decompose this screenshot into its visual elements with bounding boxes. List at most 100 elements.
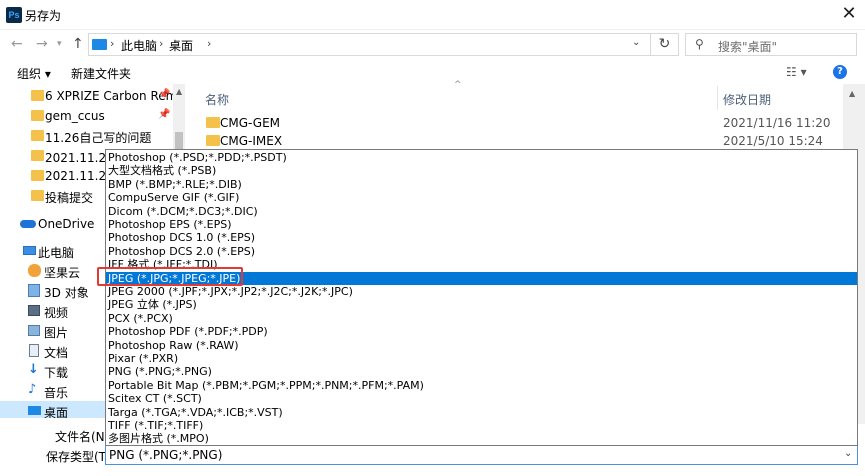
sort-caret-icon: ^ <box>454 80 462 90</box>
file-row[interactable]: CMG-IMEX 2021/5/10 15:24 <box>198 131 838 151</box>
pictures-icon <box>28 325 40 336</box>
music-icon: ♪ <box>28 382 37 397</box>
refresh-icon[interactable]: ↻ <box>651 33 679 56</box>
computer-icon <box>23 246 36 255</box>
sidebar-item-label: 图片 <box>44 326 69 340</box>
sidebar-item-label: 2021.11.27 <box>45 169 114 183</box>
save-type-option[interactable]: CompuServe GIF (*.GIF) <box>106 191 857 205</box>
save-type-option[interactable]: Dicom (*.DCM;*.DC3;*.DIC) <box>106 205 857 219</box>
breadcrumb-chevron-icon[interactable]: › <box>110 37 114 50</box>
jianguoyun-icon <box>28 264 41 277</box>
3d-objects-icon <box>28 284 40 297</box>
command-bar: 组织 ▾ 新建文件夹 ☷ ▾ ? <box>0 60 865 84</box>
address-bar[interactable]: › 此电脑 › 桌面 › ⌄ <box>88 33 651 56</box>
save-type-option[interactable]: Photoshop PDF (*.PDF;*.PDP) <box>106 325 857 339</box>
save-type-option[interactable]: 多图片格式 (*.MPO) <box>106 432 857 445</box>
window-title: 另存为 <box>25 9 62 23</box>
close-icon[interactable]: ✕ <box>838 3 860 25</box>
save-type-dropdown-list: Photoshop (*.PSD;*.PDD;*.PSDT) 大型文档格式 (*.… <box>105 149 858 446</box>
recent-locations-chevron-icon[interactable]: ▾ <box>57 39 62 49</box>
save-type-option[interactable]: Targa (*.TGA;*.VDA;*.ICB;*.VST) <box>106 406 857 420</box>
desktop-folder-icon <box>92 39 107 50</box>
save-type-option[interactable]: JPEG 立体 (*.JPS) <box>106 298 857 312</box>
folder-icon <box>206 135 220 146</box>
save-type-option[interactable]: 大型文档格式 (*.PSB) <box>106 164 857 178</box>
search-placeholder: 搜索"桌面" <box>718 40 778 54</box>
sidebar-item-label: 音乐 <box>44 386 69 400</box>
documents-icon <box>29 344 39 357</box>
save-type-option[interactable]: TIFF (*.TIF;*.TIFF) <box>106 419 857 433</box>
onedrive-icon <box>20 220 36 228</box>
scroll-up-icon[interactable]: ▲ <box>849 89 855 98</box>
file-name: CMG-IMEX <box>220 134 283 148</box>
save-type-option[interactable]: BMP (*.BMP;*.RLE;*.DIB) <box>106 178 857 192</box>
breadcrumb-chevron-icon[interactable]: › <box>159 37 163 50</box>
folder-icon <box>206 117 220 128</box>
help-icon[interactable]: ? <box>833 65 847 79</box>
save-type-option[interactable]: Photoshop DCS 2.0 (*.EPS) <box>106 245 857 259</box>
save-type-option[interactable]: Photoshop DCS 1.0 (*.EPS) <box>106 231 857 245</box>
file-name: CMG-GEM <box>220 116 281 130</box>
save-type-option[interactable]: Scitex CT (*.SCT) <box>106 392 857 406</box>
search-input[interactable]: ⚲ 搜索"桌面" <box>685 33 857 56</box>
organize-button[interactable]: 组织 ▾ <box>17 65 51 82</box>
scroll-up-icon[interactable]: ▲ <box>176 87 182 96</box>
breadcrumb-desktop[interactable]: 桌面 <box>169 37 193 54</box>
annotation-highlight-box <box>97 267 243 286</box>
sidebar-item-label: 坚果云 <box>44 266 81 280</box>
breadcrumb-this-pc[interactable]: 此电脑 <box>121 37 157 54</box>
forward-arrow-icon[interactable]: → <box>36 36 48 52</box>
video-icon <box>28 305 40 316</box>
save-type-option[interactable]: PNG (*.PNG;*.PNG) <box>106 365 857 379</box>
address-row: ← → ▾ ↑ › 此电脑 › 桌面 › ⌄ ↻ ⚲ 搜索"桌面" <box>0 30 865 58</box>
save-type-option[interactable]: Pixar (*.PXR) <box>106 352 857 366</box>
sidebar-item-label: 此电脑 <box>38 246 75 260</box>
save-type-option[interactable]: Photoshop Raw (*.RAW) <box>106 339 857 353</box>
sidebar-item-label: 3D 对象 <box>44 286 89 300</box>
save-type-value: PNG (*.PNG;*.PNG) <box>109 448 223 462</box>
column-header-name[interactable]: 名称 <box>205 91 229 108</box>
save-type-option[interactable]: PCX (*.PCX) <box>106 312 857 326</box>
folder-icon <box>31 170 44 181</box>
new-folder-button[interactable]: 新建文件夹 <box>71 65 131 82</box>
file-date: 2021/11/16 11:20 <box>723 116 831 130</box>
view-options-icon[interactable]: ☷ ▾ <box>786 65 807 79</box>
folder-icon <box>31 190 44 201</box>
sidebar-item-label: 视频 <box>44 306 69 320</box>
pin-icon: 📌 <box>158 89 171 100</box>
save-type-option[interactable]: JPEG 2000 (*.JPF;*.JPX;*.JP2;*.J2C;*.J2K… <box>106 285 857 299</box>
file-date: 2021/5/10 15:24 <box>723 134 823 148</box>
sidebar-item-label: 下载 <box>44 366 69 380</box>
folder-icon <box>31 90 44 101</box>
sidebar-item-label: 桌面 <box>44 406 69 418</box>
title-bar: Ps 另存为 ✕ <box>0 0 865 30</box>
sidebar-item-label: 投稿提交 <box>45 191 94 205</box>
photoshop-icon: Ps <box>6 7 22 23</box>
sidebar-item-label: 文档 <box>44 346 69 360</box>
up-arrow-icon[interactable]: ↑ <box>72 36 84 52</box>
sidebar-item-label: 11.26自己写的问题 <box>45 131 152 145</box>
back-arrow-icon[interactable]: ← <box>11 36 23 52</box>
folder-icon <box>31 130 44 141</box>
sidebar-item-1126-questions[interactable]: 11.26自己写的问题 <box>0 126 173 146</box>
save-type-select[interactable]: PNG (*.PNG;*.PNG) ⌄ <box>105 444 858 465</box>
save-type-option[interactable]: Portable Bit Map (*.PBM;*.PGM;*.PPM;*.PN… <box>106 379 857 393</box>
save-type-option[interactable]: Photoshop EPS (*.EPS) <box>106 218 857 232</box>
file-row[interactable]: CMG-GEM 2021/11/16 11:20 <box>198 113 838 133</box>
breadcrumb-chevron-icon[interactable]: › <box>207 37 211 50</box>
column-divider[interactable] <box>717 86 718 110</box>
desktop-icon <box>28 406 41 415</box>
downloads-icon: ↓ <box>28 362 39 377</box>
sidebar-item-gem-ccus[interactable]: gem_ccus 📌 <box>0 106 173 126</box>
address-dropdown-icon[interactable]: ⌄ <box>632 37 640 48</box>
sidebar-item-xprize[interactable]: 6 XPRIZE Carbon Remov 📌 <box>0 86 185 106</box>
pin-icon: 📌 <box>158 109 171 120</box>
search-icon: ⚲ <box>695 37 704 51</box>
save-type-option[interactable]: Photoshop (*.PSD;*.PDD;*.PSDT) <box>106 151 857 165</box>
sidebar-item-label: OneDrive <box>38 217 95 231</box>
folder-icon <box>31 150 44 161</box>
sidebar-item-label: gem_ccus <box>45 109 105 123</box>
folder-icon <box>31 110 44 121</box>
column-header-modified[interactable]: 修改日期 <box>723 91 771 108</box>
chevron-down-icon[interactable]: ⌄ <box>844 448 852 459</box>
